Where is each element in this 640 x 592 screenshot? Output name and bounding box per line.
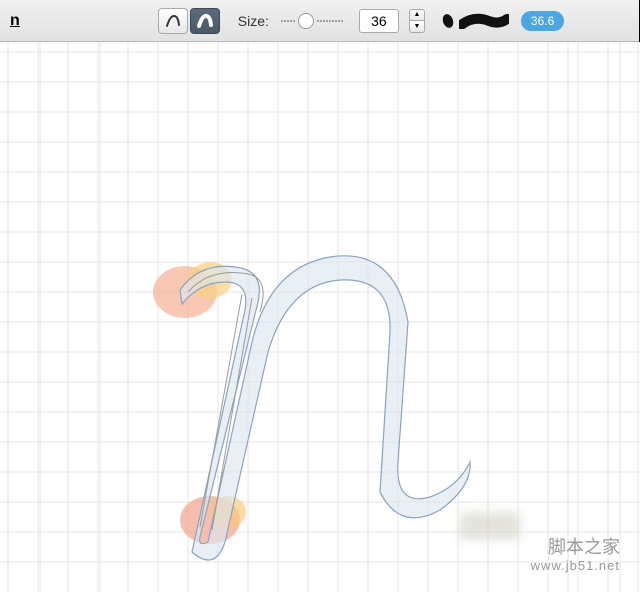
- stepper-down-button[interactable]: ▼: [409, 21, 425, 33]
- blur-artifact: [460, 512, 520, 540]
- size-slider[interactable]: [281, 13, 343, 29]
- stroke-outline-button[interactable]: [158, 8, 188, 34]
- size-input[interactable]: [359, 9, 399, 33]
- brush-value-badge: 36.6: [521, 11, 564, 31]
- toolbar: n Size: ▲ ▼ 36.6: [0, 0, 639, 42]
- size-stepper: ▲ ▼: [409, 9, 425, 33]
- stroke-toggle-group: [158, 8, 220, 34]
- brush-preview: 36.6: [443, 11, 564, 31]
- glyph-drawing: [0, 42, 640, 592]
- size-label: Size:: [238, 13, 269, 29]
- brush-stroke-icon: [459, 13, 509, 29]
- drawing-canvas[interactable]: 脚本之家 www.jb51.net: [0, 42, 640, 592]
- brush-tip-icon: [441, 12, 455, 29]
- stepper-up-button[interactable]: ▲: [409, 9, 425, 21]
- slider-thumb[interactable]: [298, 13, 314, 29]
- stroke-fill-button[interactable]: [190, 8, 220, 34]
- character-label: n: [8, 12, 20, 30]
